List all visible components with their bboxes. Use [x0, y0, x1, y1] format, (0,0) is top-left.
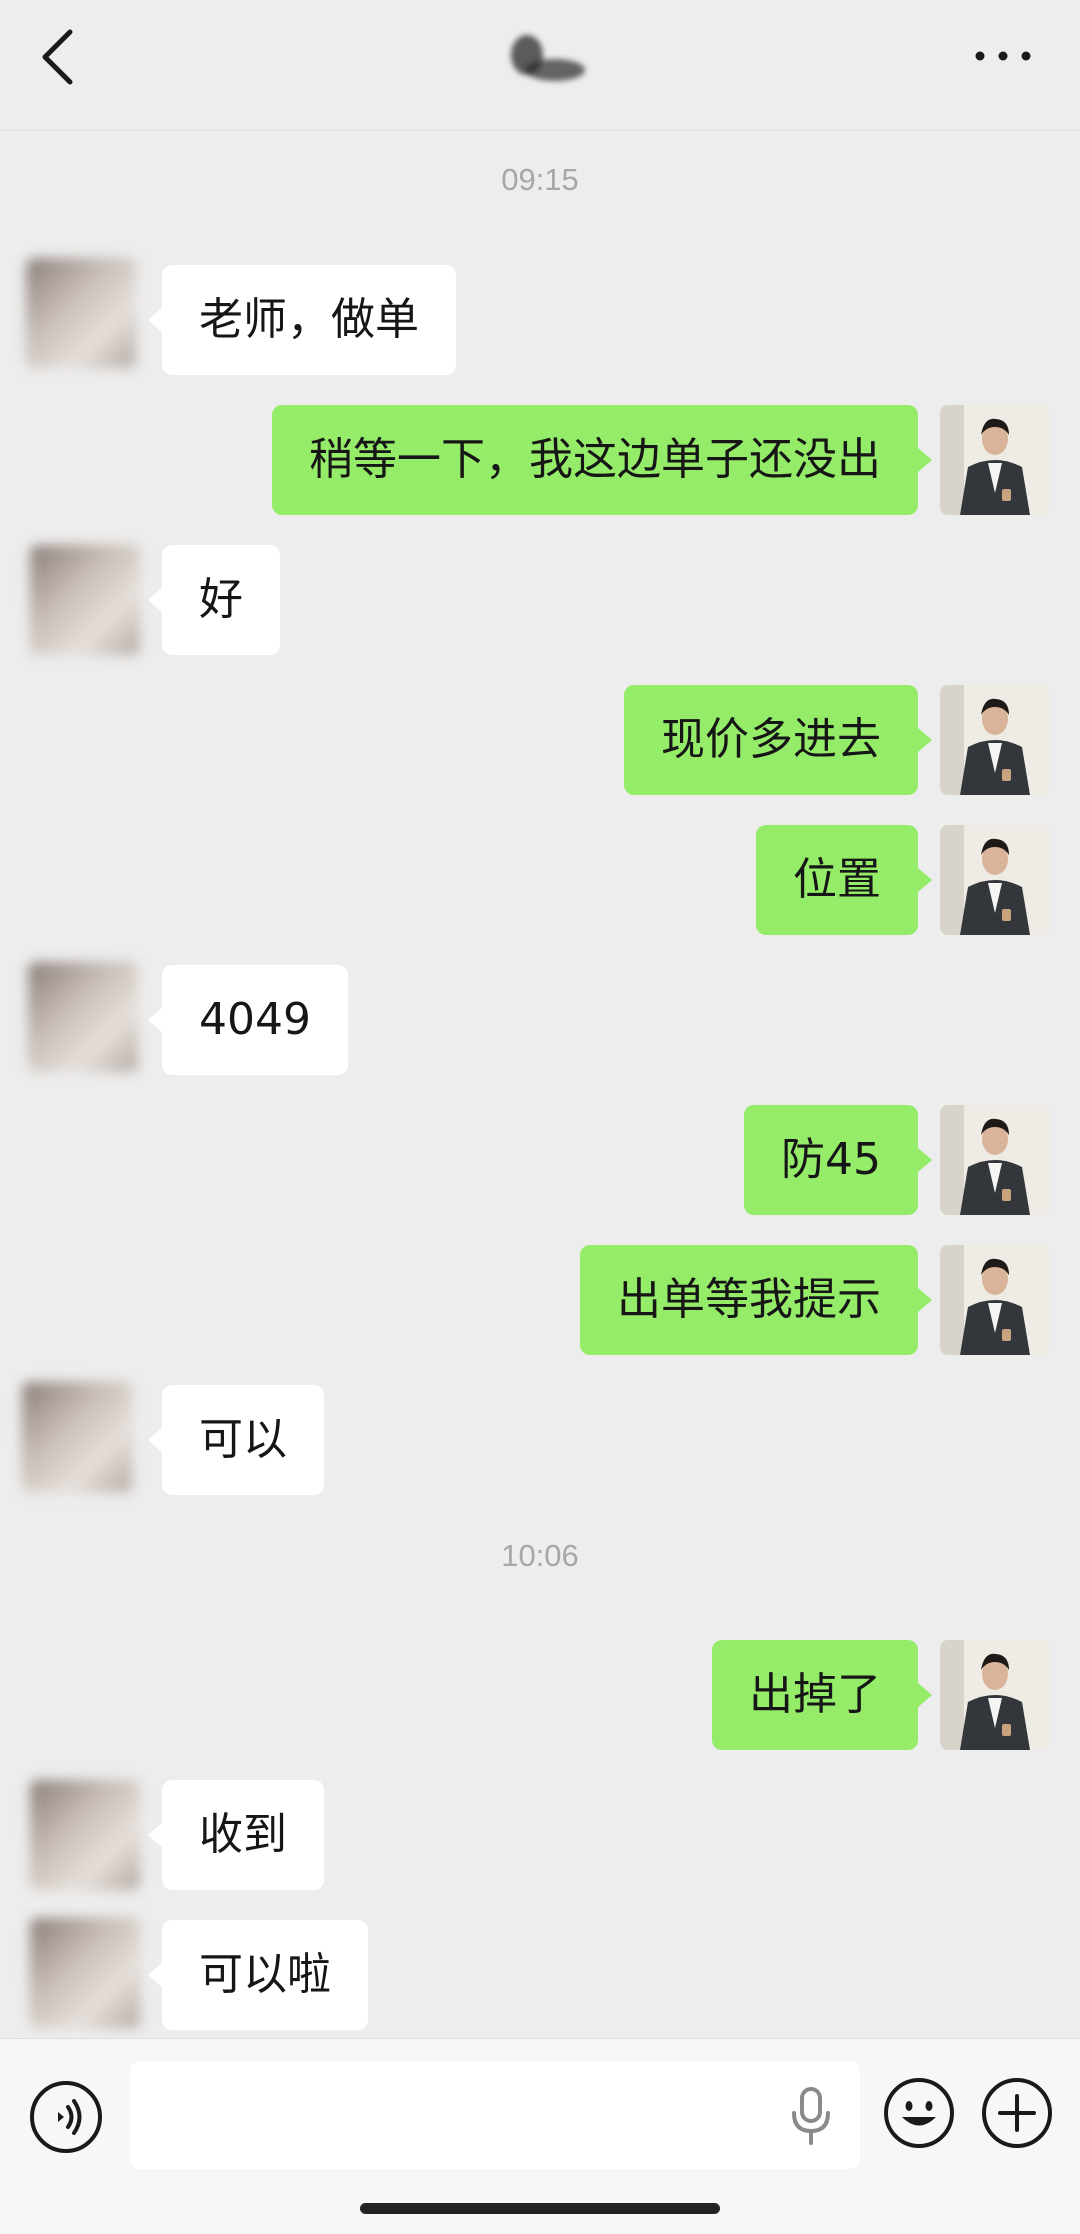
input-bar — [0, 2038, 1080, 2234]
my-avatar[interactable] — [940, 825, 1050, 935]
contact-avatar[interactable] — [30, 1780, 140, 1890]
more-functions-button[interactable] — [980, 2076, 1054, 2150]
chat-screen: 09:15 老师，做单 稍等一下，我这边单子还没出 好 现价多进去 位置 404… — [0, 0, 1080, 2234]
back-button[interactable] — [30, 22, 90, 92]
outgoing-message[interactable]: 防45 — [744, 1105, 932, 1215]
my-avatar[interactable] — [940, 1640, 1050, 1750]
outgoing-message[interactable]: 稍等一下，我这边单子还没出 — [272, 405, 932, 515]
timestamp: 10:06 — [501, 1538, 579, 1573]
my-avatar[interactable] — [940, 405, 1050, 515]
incoming-message[interactable]: 老师，做单 — [148, 265, 456, 375]
plus-circle-icon — [982, 2078, 1052, 2148]
contact-avatar[interactable] — [30, 1918, 140, 2028]
voice-toggle-button[interactable] — [28, 2079, 104, 2155]
message-input[interactable] — [130, 2061, 860, 2169]
my-avatar[interactable] — [940, 685, 1050, 795]
contact-avatar[interactable] — [26, 258, 136, 368]
contact-avatar[interactable] — [28, 962, 138, 1072]
incoming-message[interactable]: 好 — [148, 545, 280, 655]
outgoing-message[interactable]: 位置 — [756, 825, 932, 935]
ellipsis-icon — [975, 51, 1031, 61]
more-button[interactable] — [968, 26, 1038, 86]
emoji-button[interactable] — [882, 2076, 956, 2150]
contact-avatar[interactable] — [30, 545, 140, 655]
incoming-message[interactable]: 收到 — [148, 1780, 324, 1890]
chat-header — [0, 0, 1080, 131]
outgoing-message[interactable]: 出单等我提示 — [580, 1245, 932, 1355]
outgoing-message[interactable]: 出掉了 — [712, 1640, 932, 1750]
outgoing-message[interactable]: 现价多进去 — [624, 685, 932, 795]
my-avatar[interactable] — [940, 1245, 1050, 1355]
incoming-message[interactable]: 可以啦 — [148, 1920, 368, 2030]
home-indicator[interactable] — [360, 2203, 720, 2214]
contact-avatar[interactable] — [22, 1382, 132, 1492]
incoming-message[interactable]: 4049 — [148, 965, 348, 1075]
voice-icon — [30, 2081, 102, 2153]
contact-name — [505, 30, 590, 90]
microphone-icon[interactable] — [786, 2085, 836, 2147]
chevron-left-icon — [42, 29, 73, 85]
my-avatar[interactable] — [940, 1105, 1050, 1215]
emoji-icon — [884, 2078, 954, 2148]
timestamp: 09:15 — [501, 162, 579, 197]
incoming-message[interactable]: 可以 — [148, 1385, 324, 1495]
